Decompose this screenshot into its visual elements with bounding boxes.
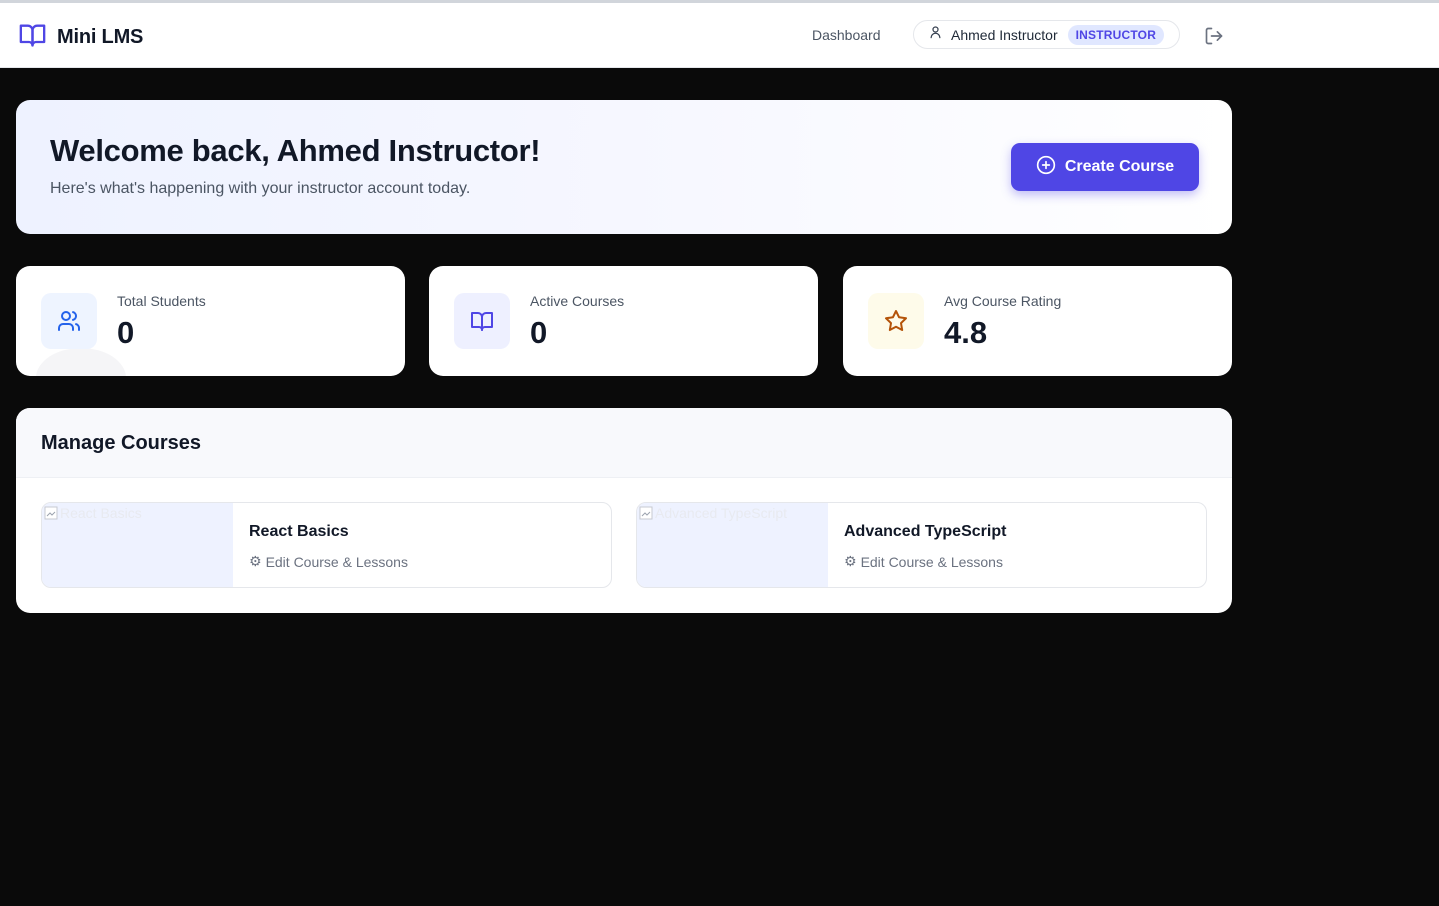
role-badge: INSTRUCTOR	[1067, 24, 1165, 45]
user-menu[interactable]: Ahmed Instructor INSTRUCTOR	[913, 20, 1180, 49]
create-course-label: Create Course	[1064, 158, 1175, 175]
user-icon	[928, 24, 943, 45]
manage-courses-title: Manage Courses	[41, 432, 202, 454]
course-title: React Basics	[249, 523, 349, 540]
course-card-react-basics[interactable]: React Basics React Basics ⚙ Edit Course …	[41, 502, 612, 588]
stat-card-avg-rating: Avg Course Rating 4.8	[843, 266, 1232, 376]
stat-value: 0	[117, 315, 135, 350]
course-thumbnail[interactable]: React Basics	[42, 503, 233, 587]
stat-card-active-courses: Active Courses 0	[429, 266, 818, 376]
manage-courses-panel: Manage Courses React Basics React Basics…	[16, 408, 1232, 613]
welcome-title: Welcome back, Ahmed Instructor!	[50, 133, 541, 168]
brand[interactable]: Mini LMS	[17, 21, 143, 54]
broken-image-icon: Advanced TypeScript	[639, 505, 787, 521]
user-name: Ahmed Instructor	[951, 26, 1058, 43]
navbar: Mini LMS Dashboard Ahmed Instructor INST…	[0, 3, 1439, 68]
thumbnail-alt-text: React Basics	[60, 505, 142, 521]
course-title: Advanced TypeScript	[844, 523, 1007, 540]
stat-card-total-students: Total Students 0	[16, 266, 405, 376]
stat-label: Active Courses	[530, 293, 625, 309]
gear-icon: ⚙	[249, 553, 262, 569]
thumbnail-alt-text: Advanced TypeScript	[655, 505, 788, 521]
course-thumbnail[interactable]: Advanced TypeScript	[637, 503, 828, 587]
create-course-button[interactable]: Create Course	[1011, 143, 1199, 191]
logout-icon[interactable]	[1204, 26, 1224, 51]
nav-dashboard-link[interactable]: Dashboard	[812, 27, 881, 43]
brand-name: Mini LMS	[57, 26, 144, 48]
course-card-advanced-typescript[interactable]: Advanced TypeScript Advanced TypeScript …	[636, 502, 1207, 588]
manage-courses-header: Manage Courses	[16, 408, 1232, 478]
edit-course-label: Edit Course & Lessons	[860, 553, 1003, 570]
plus-circle-icon	[1036, 155, 1056, 180]
welcome-card: Welcome back, Ahmed Instructor! Here's w…	[16, 100, 1232, 234]
stat-value: 0	[530, 315, 548, 350]
broken-image-icon: React Basics	[44, 505, 142, 521]
edit-course-link[interactable]: ⚙ Edit Course & Lessons	[249, 553, 408, 570]
users-icon	[41, 293, 97, 349]
stat-value: 4.8	[944, 315, 988, 350]
stat-label: Avg Course Rating	[944, 293, 1062, 309]
edit-course-link[interactable]: ⚙ Edit Course & Lessons	[844, 553, 1003, 570]
star-icon	[868, 293, 924, 349]
decorative-blob	[36, 348, 126, 376]
edit-course-label: Edit Course & Lessons	[265, 553, 408, 570]
stat-label: Total Students	[117, 293, 206, 309]
welcome-subtitle: Here's what's happening with your instru…	[50, 180, 471, 197]
gear-icon: ⚙	[844, 553, 857, 569]
book-icon	[454, 293, 510, 349]
book-open-icon	[17, 21, 48, 54]
